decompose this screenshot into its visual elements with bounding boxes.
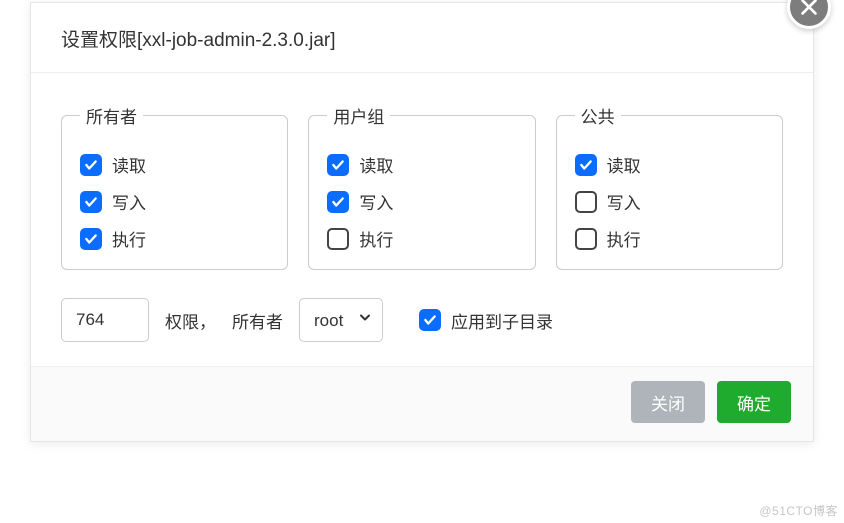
group-read-label: 读取: [359, 152, 393, 177]
dialog-title: 设置权限[xxl-job-admin-2.3.0.jar]: [61, 25, 783, 52]
close-icon: [798, 0, 820, 18]
public-write-checkbox[interactable]: [575, 191, 597, 213]
check-icon: [84, 232, 98, 246]
dialog-footer: 关闭 确定: [31, 366, 813, 441]
watermark: @51CTO博客: [759, 502, 838, 519]
owner-execute-checkbox[interactable]: [80, 228, 102, 250]
confirm-button[interactable]: 确定: [717, 381, 791, 423]
permission-groups: 所有者 读取 写入 执行 用户组 读取: [61, 103, 783, 270]
check-icon: [331, 195, 345, 209]
check-icon: [84, 195, 98, 209]
owner-execute-row[interactable]: 执行: [80, 226, 269, 251]
owner-read-label: 读取: [112, 152, 146, 177]
group-legend: 用户组: [327, 103, 390, 128]
public-write-row[interactable]: 写入: [575, 189, 764, 214]
public-read-checkbox[interactable]: [575, 154, 597, 176]
public-read-label: 读取: [607, 152, 641, 177]
owner-read-row[interactable]: 读取: [80, 152, 269, 177]
group-execute-row[interactable]: 执行: [327, 226, 516, 251]
owner-execute-label: 执行: [112, 226, 146, 251]
check-icon: [331, 158, 345, 172]
public-legend: 公共: [575, 103, 621, 128]
public-execute-label: 执行: [607, 226, 641, 251]
check-icon: [84, 158, 98, 172]
owner-select-wrap: root: [299, 298, 383, 342]
apply-subdir-checkbox[interactable]: [419, 309, 441, 331]
apply-subdir-wrap[interactable]: 应用到子目录: [419, 308, 553, 333]
public-read-row[interactable]: 读取: [575, 152, 764, 177]
apply-subdir-label: 应用到子目录: [451, 308, 553, 333]
owner-write-row[interactable]: 写入: [80, 189, 269, 214]
owner-group: 所有者 读取 写入 执行: [61, 103, 288, 270]
cancel-button[interactable]: 关闭: [631, 381, 705, 423]
group-read-row[interactable]: 读取: [327, 152, 516, 177]
permission-dialog: 设置权限[xxl-job-admin-2.3.0.jar] 所有者 读取 写入 …: [30, 2, 814, 442]
group-write-row[interactable]: 写入: [327, 189, 516, 214]
group-write-label: 写入: [359, 189, 393, 214]
group-write-checkbox[interactable]: [327, 191, 349, 213]
public-group: 公共 读取 写入 执行: [556, 103, 783, 270]
public-execute-checkbox[interactable]: [575, 228, 597, 250]
owner-read-checkbox[interactable]: [80, 154, 102, 176]
dialog-header: 设置权限[xxl-job-admin-2.3.0.jar]: [31, 3, 813, 73]
group-execute-checkbox[interactable]: [327, 228, 349, 250]
bottom-row: 权限， 所有者 root 应用到子目录: [61, 298, 783, 342]
owner-write-checkbox[interactable]: [80, 191, 102, 213]
check-icon: [423, 313, 437, 327]
group-execute-label: 执行: [359, 226, 393, 251]
group-group: 用户组 读取 写入 执行: [308, 103, 535, 270]
permission-label: 权限，: [165, 308, 216, 333]
check-icon: [579, 158, 593, 172]
permission-numeric-input[interactable]: [61, 298, 149, 342]
group-read-checkbox[interactable]: [327, 154, 349, 176]
public-execute-row[interactable]: 执行: [575, 226, 764, 251]
public-write-label: 写入: [607, 189, 641, 214]
owner-select[interactable]: root: [299, 298, 383, 342]
owner-write-label: 写入: [112, 189, 146, 214]
owner-label: 所有者: [232, 308, 283, 333]
dialog-body: 所有者 读取 写入 执行 用户组 读取: [31, 73, 813, 366]
owner-legend: 所有者: [80, 103, 143, 128]
